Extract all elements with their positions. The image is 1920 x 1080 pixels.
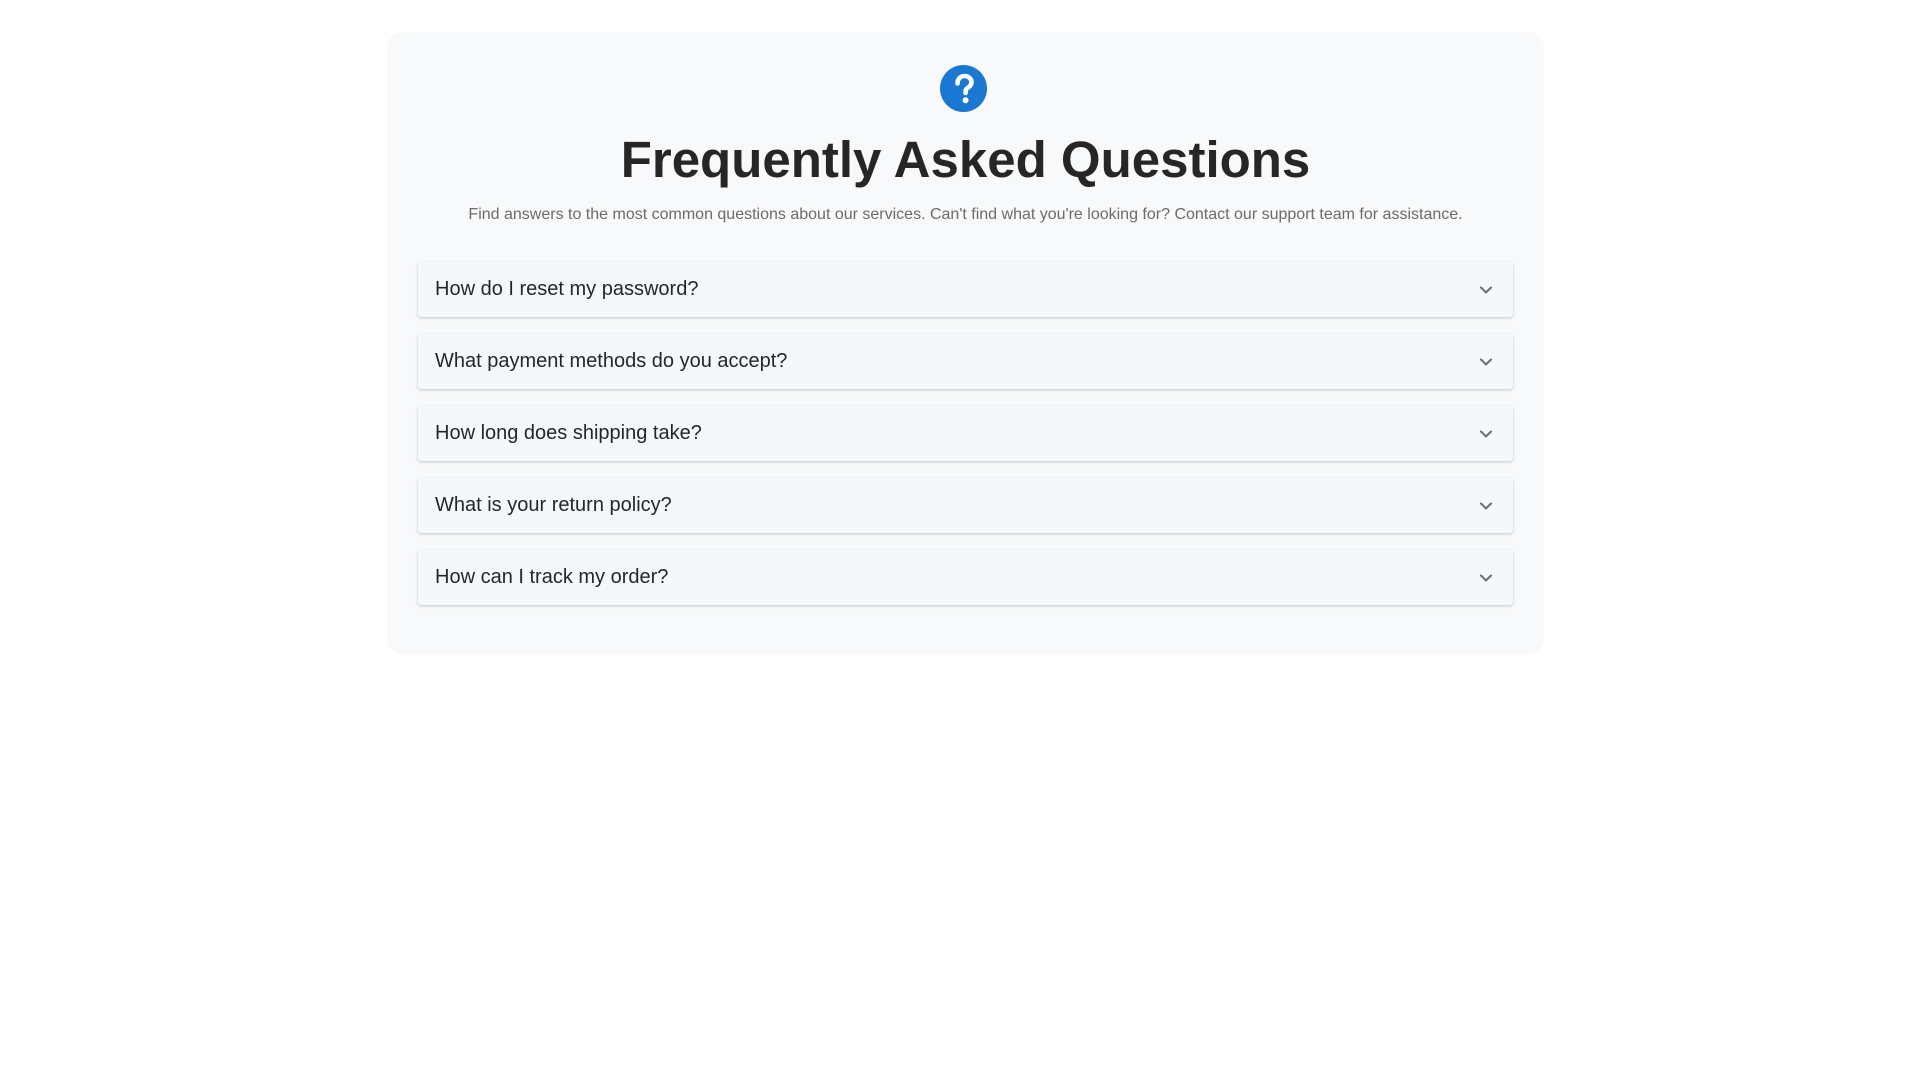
faq-question: How long does shipping take? — [435, 422, 702, 444]
faq-question: What payment methods do you accept? — [435, 350, 788, 372]
faq-card: Frequently Asked Questions Find answers … — [387, 32, 1544, 654]
faq-item-return-policy[interactable]: What is your return policy? — [418, 478, 1513, 533]
faq-item-reset-password[interactable]: How do I reset my password? — [418, 262, 1513, 317]
page-title: Frequently Asked Questions — [620, 131, 1311, 188]
faq-item-payment-methods[interactable]: What payment methods do you accept? — [418, 334, 1513, 389]
chevron-down-icon — [1478, 354, 1494, 370]
faq-item-shipping-time[interactable]: How long does shipping take? — [418, 406, 1513, 461]
faq-question: What is your return policy? — [435, 494, 672, 516]
page-subtitle: Find answers to the most common question… — [468, 206, 1463, 223]
chevron-down-icon — [1478, 570, 1494, 586]
faq-item-track-order[interactable]: How can I track my order? — [418, 550, 1513, 605]
chevron-down-icon — [1478, 282, 1494, 298]
chevron-down-icon — [1478, 498, 1494, 514]
faq-question: How can I track my order? — [435, 566, 669, 588]
chevron-down-icon — [1478, 426, 1494, 442]
question-circle-icon — [940, 65, 987, 112]
faq-question: How do I reset my password? — [435, 278, 699, 300]
faq-list: How do I reset my password? What payment… — [418, 262, 1513, 605]
